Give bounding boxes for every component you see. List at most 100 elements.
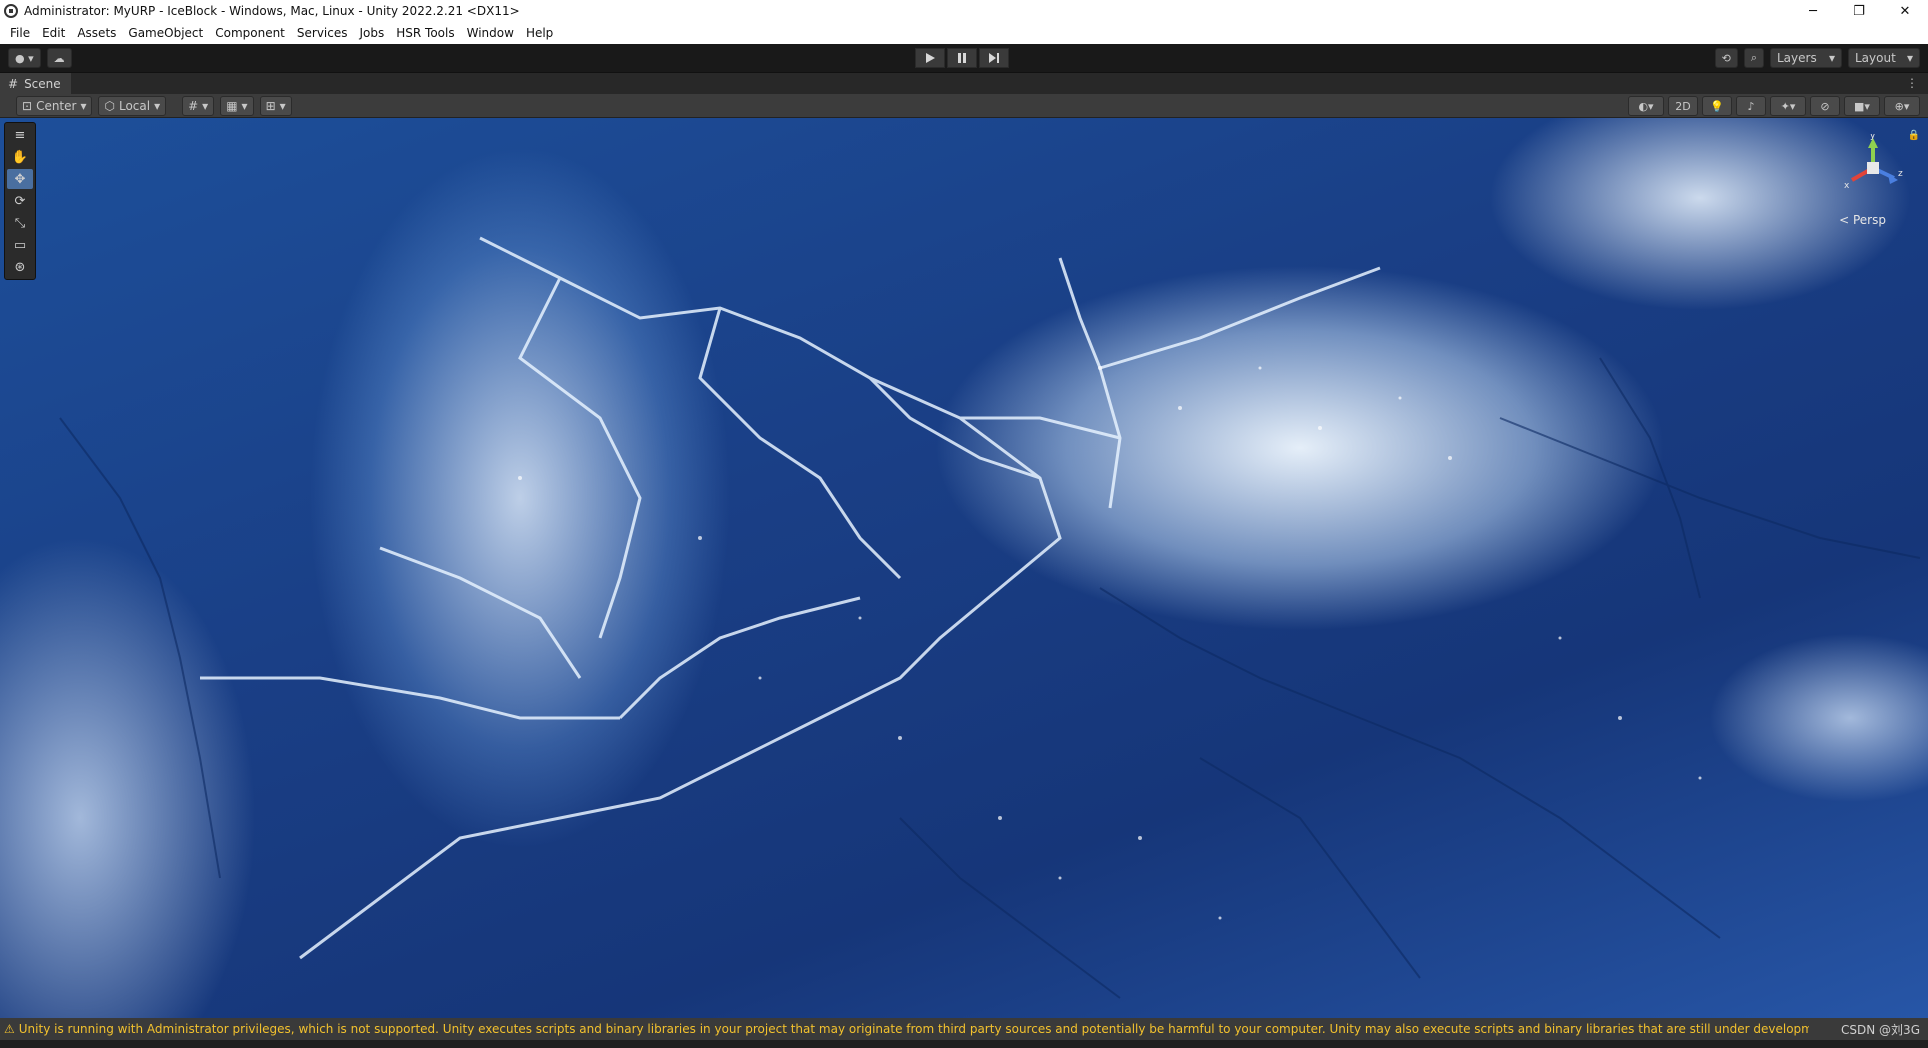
scene-icon: #	[8, 77, 19, 91]
shading-sphere-icon: ◐▾	[1638, 99, 1654, 113]
light-bulb-icon: 💡	[1710, 99, 1724, 113]
menu-gameobject[interactable]: GameObject	[122, 22, 209, 44]
status-bar: ⚠ Unity is running with Administrator pr…	[0, 1018, 1928, 1040]
chevron-down-icon: ▾	[1906, 51, 1913, 65]
grid-snap-icon: #	[188, 99, 199, 113]
gizmo-z-label: z	[1898, 169, 1903, 179]
layout-dropdown[interactable]: Layout ▾	[1848, 48, 1920, 68]
main-toolbar: ● ▾ ☁ ⟲ ⌕ Layers ▾ Layout ▾	[0, 44, 1928, 72]
gizmos-globe-icon: ⊕▾	[1894, 99, 1910, 113]
rotate-tool-icon[interactable]: ⟳	[7, 191, 33, 211]
gizmo-y-label: y	[1870, 134, 1876, 141]
lighting-toggle[interactable]: 💡	[1702, 96, 1732, 116]
menu-jobs[interactable]: Jobs	[354, 22, 391, 44]
playmode-controls	[915, 48, 1009, 68]
effects-icon: ✦▾	[1780, 99, 1796, 113]
layers-label: Layers	[1777, 51, 1817, 65]
close-button[interactable]: ✕	[1882, 0, 1928, 22]
account-button[interactable]: ● ▾	[8, 48, 41, 68]
tab-scene[interactable]: # Scene	[0, 73, 71, 95]
watermark-text: CSDN @刘3G	[1841, 1023, 1920, 1037]
history-button[interactable]: ⟲	[1714, 48, 1738, 68]
search-icon: ⌕	[1750, 51, 1757, 64]
lock-icon[interactable]: 🔒	[1908, 130, 1920, 141]
pause-icon	[958, 53, 966, 63]
tab-scene-label: Scene	[24, 77, 61, 91]
scene-toolbar: ⊡ Center ▾ ⬡ Local ▾ # ▾ ▦ ▾ ⊞ ▾ ◐▾ 2D 💡…	[0, 94, 1928, 118]
cloud-button[interactable]: ☁	[46, 48, 72, 68]
gizmos-dropdown[interactable]: ⊕▾	[1884, 96, 1920, 116]
step-button[interactable]	[979, 48, 1009, 68]
audio-toggle[interactable]: ♪	[1736, 96, 1766, 116]
chevron-down-icon: ▾	[1828, 51, 1835, 65]
hidden-eye-icon: ⊘	[1820, 99, 1830, 113]
layers-dropdown[interactable]: Layers ▾	[1770, 48, 1842, 68]
drag-handle[interactable]: ≡	[7, 125, 33, 145]
local-space-icon: ⬡	[104, 99, 115, 113]
toggle-2d-button[interactable]: 2D	[1668, 96, 1698, 116]
menu-services[interactable]: Services	[291, 22, 354, 44]
title-bar: Administrator: MyURP - IceBlock - Window…	[0, 0, 1928, 22]
menu-bar: File Edit Assets GameObject Component Se…	[0, 22, 1928, 44]
account-icon: ●	[15, 51, 25, 65]
ice-surface-render	[59, 236, 1921, 999]
audio-icon: ♪	[1747, 99, 1755, 113]
chevron-down-icon: ▾	[80, 99, 87, 113]
scale-tool-icon[interactable]: ⤡	[7, 213, 33, 233]
chevron-down-icon: ▾	[202, 99, 209, 113]
effects-dropdown[interactable]: ✦▾	[1770, 96, 1806, 116]
pause-button[interactable]	[947, 48, 977, 68]
gizmo-x-label: x	[1844, 181, 1850, 191]
pivot-mode-dropdown[interactable]: ⊡ Center ▾	[16, 96, 93, 116]
grid-icon: ▦	[226, 99, 238, 113]
minimize-button[interactable]: ─	[1790, 0, 1836, 22]
snap-increment-icon: ⊞	[265, 99, 276, 113]
menu-edit[interactable]: Edit	[36, 22, 71, 44]
transform-tool-icon[interactable]: ⊛	[7, 257, 33, 277]
space-dropdown[interactable]: ⬡ Local ▾	[98, 96, 167, 116]
move-tool-icon[interactable]: ✥	[7, 169, 33, 189]
grid-visibility-button[interactable]: ▦ ▾	[220, 96, 254, 116]
projection-label[interactable]: < Persp	[1839, 213, 1886, 227]
chevron-down-icon: ▾	[279, 99, 286, 113]
increment-snap-button[interactable]: ⊞ ▾	[259, 96, 292, 116]
menu-assets[interactable]: Assets	[71, 22, 122, 44]
menu-window[interactable]: Window	[461, 22, 520, 44]
tab-bar: # Scene ⋮	[0, 72, 1928, 95]
pivot-label: Center	[36, 99, 77, 113]
chevron-down-icon: ▾	[154, 99, 161, 113]
chevron-down-icon: ▾	[28, 51, 34, 65]
menu-help[interactable]: Help	[520, 22, 559, 44]
window-controls: ─ ❐ ✕	[1790, 0, 1928, 22]
search-button[interactable]: ⌕	[1743, 48, 1764, 68]
camera-settings-dropdown[interactable]: ■▾	[1844, 96, 1880, 116]
camera-icon: ■▾	[1854, 99, 1870, 113]
scene-visibility-toggle[interactable]: ⊘	[1810, 96, 1840, 116]
cloud-icon: ☁	[53, 51, 65, 65]
restore-button[interactable]: ❐	[1836, 0, 1882, 22]
unity-logo-icon	[4, 4, 18, 18]
space-label: Local	[118, 99, 151, 113]
step-icon	[989, 53, 999, 63]
tool-palette: ≡ ✋ ✥ ⟳ ⤡ ▭ ⊛	[4, 122, 36, 280]
bottom-strip	[0, 1040, 1928, 1048]
history-icon: ⟲	[1721, 51, 1731, 65]
play-icon	[926, 53, 935, 63]
play-button[interactable]	[915, 48, 945, 68]
menu-component[interactable]: Component	[209, 22, 291, 44]
window-title: Administrator: MyURP - IceBlock - Window…	[24, 4, 520, 18]
hand-tool-icon[interactable]: ✋	[7, 147, 33, 167]
draw-mode-dropdown[interactable]: ◐▾	[1628, 96, 1664, 116]
menu-file[interactable]: File	[4, 22, 36, 44]
rect-tool-icon[interactable]: ▭	[7, 235, 33, 255]
orientation-gizmo[interactable]: y x z	[1838, 134, 1908, 214]
menu-hsr-tools[interactable]: HSR Tools	[390, 22, 460, 44]
scene-viewport[interactable]: ≡ ✋ ✥ ⟳ ⤡ ▭ ⊛ y x z < Persp 🔒	[0, 118, 1928, 1018]
warning-message[interactable]: Unity is running with Administrator priv…	[19, 1022, 1809, 1036]
tab-menu-icon[interactable]: ⋮	[1906, 76, 1918, 90]
grid-snap-button[interactable]: # ▾	[182, 96, 215, 116]
warning-icon: ⚠	[4, 1022, 15, 1036]
layout-label: Layout	[1855, 51, 1896, 65]
chevron-down-icon: ▾	[241, 99, 248, 113]
pivot-icon: ⊡	[22, 99, 33, 113]
